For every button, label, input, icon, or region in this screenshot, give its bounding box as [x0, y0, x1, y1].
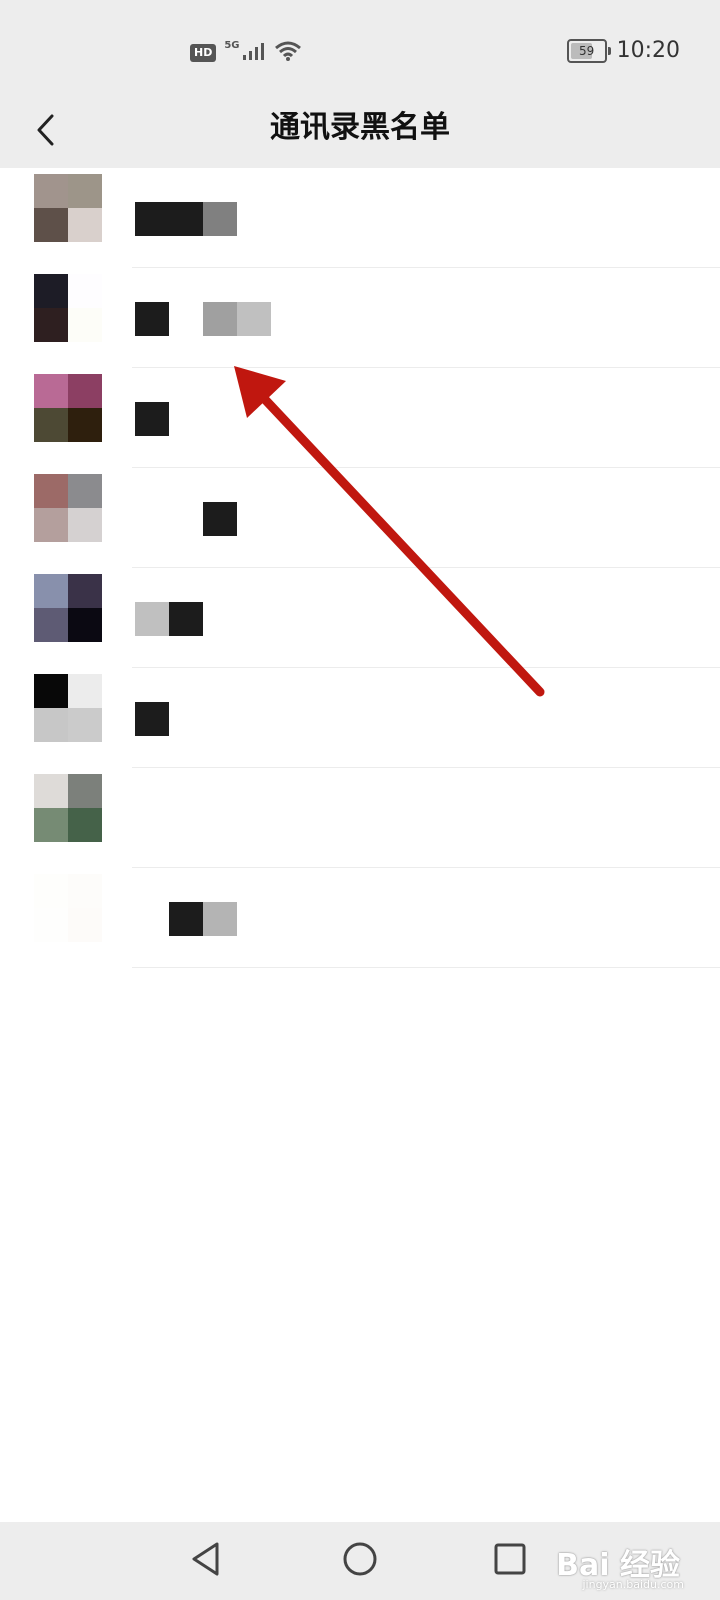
- contact-row[interactable]: [0, 668, 720, 768]
- avatar-pixel: [34, 774, 68, 808]
- contact-avatar: [34, 674, 102, 742]
- status-icons-right: 59 10:20: [566, 38, 680, 63]
- avatar-pixel: [68, 374, 102, 408]
- battery-icon: 59: [566, 38, 611, 63]
- avatar-pixel: [34, 708, 68, 742]
- contact-avatar: [34, 374, 102, 442]
- name-mosaic-block: [135, 202, 169, 236]
- name-mosaic-block: [169, 902, 203, 936]
- contact-name-mosaic: [135, 402, 169, 436]
- blacklist-contacts: [0, 168, 720, 968]
- avatar-pixel: [34, 174, 68, 208]
- contact-row[interactable]: [0, 568, 720, 668]
- name-mosaic-block: [169, 302, 203, 336]
- avatar-pixel: [34, 574, 68, 608]
- watermark-url: jingyan.baidu.com: [582, 1578, 684, 1591]
- system-home-button[interactable]: [332, 1536, 388, 1586]
- title-bar: 通讯录黑名单: [0, 96, 720, 168]
- name-mosaic-block: [169, 202, 203, 236]
- avatar-pixel: [34, 474, 68, 508]
- contact-name-mosaic: [135, 502, 237, 536]
- avatar-pixel: [34, 608, 68, 642]
- name-mosaic-block: [169, 502, 203, 536]
- avatar-pixel: [34, 408, 68, 442]
- avatar-pixel: [68, 574, 102, 608]
- avatar-pixel: [68, 474, 102, 508]
- triangle-back-icon: [189, 1541, 223, 1581]
- name-mosaic-block: [135, 702, 169, 736]
- contact-row[interactable]: [0, 768, 720, 868]
- contact-avatar: [34, 874, 102, 942]
- avatar-pixel: [68, 874, 102, 908]
- square-recents-icon: [493, 1542, 527, 1580]
- avatar-pixel: [34, 208, 68, 242]
- avatar-pixel: [34, 274, 68, 308]
- avatar-pixel: [68, 308, 102, 342]
- avatar-pixel: [34, 374, 68, 408]
- avatar-pixel: [68, 708, 102, 742]
- system-back-button[interactable]: [178, 1536, 234, 1586]
- name-mosaic-block: [237, 302, 271, 336]
- name-mosaic-block: [135, 902, 169, 936]
- cellular-signal-icon: [242, 41, 266, 65]
- avatar-pixel: [34, 874, 68, 908]
- contact-name-mosaic: [135, 302, 271, 336]
- avatar-pixel: [68, 408, 102, 442]
- name-mosaic-block: [169, 602, 203, 636]
- contact-row[interactable]: [0, 368, 720, 468]
- clock: 10:20: [616, 38, 680, 63]
- contact-row[interactable]: [0, 868, 720, 968]
- battery-level: 59: [578, 43, 595, 58]
- contact-row[interactable]: [0, 168, 720, 268]
- page-title: 通讯录黑名单: [270, 110, 450, 145]
- avatar-pixel: [34, 908, 68, 942]
- contact-name-mosaic: [135, 602, 203, 636]
- avatar-pixel: [34, 308, 68, 342]
- status-bar: HD 5G 59 10:20: [0, 0, 720, 96]
- network-type: 5G: [224, 39, 240, 51]
- contact-name-mosaic: [135, 702, 169, 736]
- avatar-pixel: [68, 608, 102, 642]
- contact-avatar: [34, 574, 102, 642]
- contact-avatar: [34, 174, 102, 242]
- name-mosaic-block: [135, 402, 169, 436]
- wifi-icon: [274, 40, 302, 66]
- contact-row[interactable]: [0, 268, 720, 368]
- avatar-pixel: [68, 174, 102, 208]
- avatar-pixel: [68, 908, 102, 942]
- hd-badge: HD: [190, 44, 217, 62]
- avatar-pixel: [68, 808, 102, 842]
- name-mosaic-block: [203, 302, 237, 336]
- contact-name-mosaic: [135, 202, 237, 236]
- name-mosaic-block: [203, 902, 237, 936]
- avatar-pixel: [68, 774, 102, 808]
- system-recents-button[interactable]: [482, 1536, 538, 1586]
- avatar-pixel: [34, 808, 68, 842]
- contact-row[interactable]: [0, 468, 720, 568]
- circle-home-icon: [342, 1541, 378, 1581]
- name-mosaic-block: [203, 502, 237, 536]
- name-mosaic-block: [135, 502, 169, 536]
- status-icons-left: HD 5G: [190, 40, 302, 66]
- avatar-pixel: [68, 208, 102, 242]
- name-mosaic-block: [203, 202, 237, 236]
- system-navigation-bar: Bai 经验 jingyan.baidu.com: [0, 1522, 720, 1600]
- chevron-left-icon: [34, 112, 58, 152]
- avatar-pixel: [68, 274, 102, 308]
- contact-avatar: [34, 774, 102, 842]
- avatar-pixel: [34, 674, 68, 708]
- avatar-pixel: [34, 508, 68, 542]
- contact-avatar: [34, 274, 102, 342]
- name-mosaic-block: [135, 302, 169, 336]
- contact-name-mosaic: [135, 902, 237, 936]
- contact-avatar: [34, 474, 102, 542]
- avatar-pixel: [68, 674, 102, 708]
- avatar-pixel: [68, 508, 102, 542]
- back-button[interactable]: [18, 104, 74, 160]
- name-mosaic-block: [135, 602, 169, 636]
